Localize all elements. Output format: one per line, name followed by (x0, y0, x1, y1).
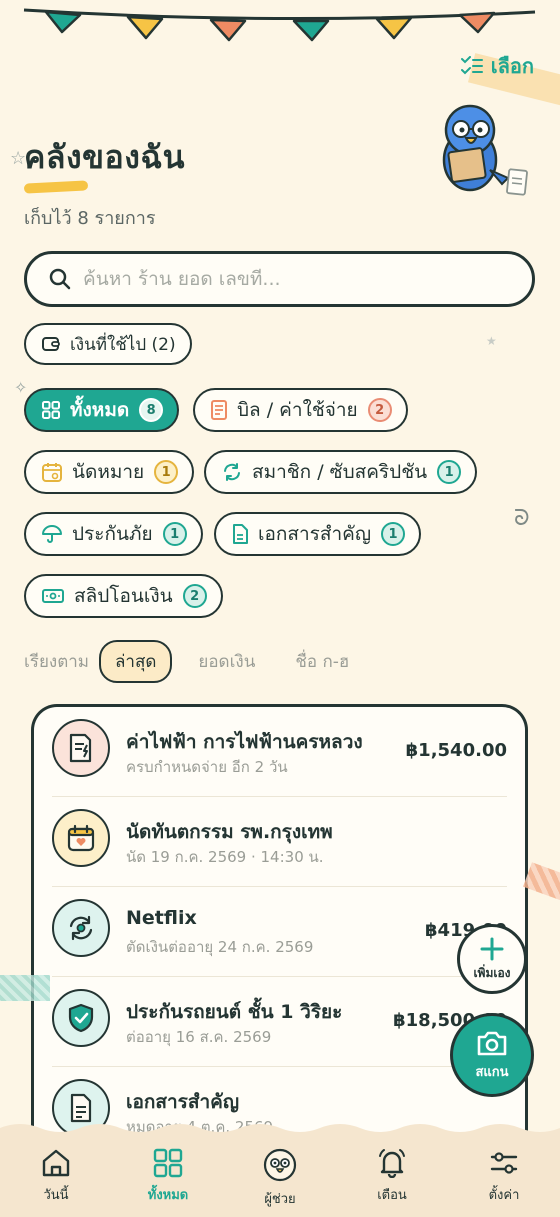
search-bar[interactable] (24, 251, 535, 307)
filter-chip-all[interactable]: ทั้งหมด 8 (24, 388, 180, 432)
count-badge: 2 (367, 398, 392, 422)
items-list: ค่าไฟฟ้า การไฟฟ้านครหลวง ครบกำหนดจ่าย อี… (31, 704, 528, 1164)
nav-item-all[interactable]: ทั้งหมด (112, 1140, 224, 1217)
count-badge: 1 (154, 460, 179, 484)
filter-chip-appointments[interactable]: นัดหมาย 1 (24, 450, 195, 494)
filter-chip-label: ทั้งหมด (70, 399, 130, 421)
nav-item-today[interactable]: วันนี้ (0, 1140, 112, 1217)
nav-label: วันนี้ (43, 1188, 69, 1203)
select-button[interactable]: เลือก (460, 50, 534, 82)
bunting-decoration (23, 8, 536, 42)
item-subtitle: ครบกำหนดจ่าย อีก 2 วัน (126, 758, 288, 776)
parrot-icon (263, 1148, 297, 1182)
filter-chip-documents[interactable]: เอกสารสำคัญ 1 (214, 512, 422, 556)
scan-label: สแกน (475, 1064, 509, 1080)
camera-icon (477, 1031, 507, 1055)
filter-chip-subscriptions[interactable]: สมาชิก / ซับสคริปชัน 1 (204, 450, 478, 494)
filter-chip-label: เอกสารสำคัญ (258, 523, 372, 545)
spent-filter-chip[interactable]: เงินที่ใช้ไป (2) (24, 323, 192, 365)
plus-icon (480, 937, 504, 960)
sliders-icon (490, 1152, 518, 1174)
sparkle-decoration: ✧ (14, 378, 28, 397)
shield-check-icon (52, 989, 110, 1047)
sort-label: เรียงตาม (24, 652, 89, 672)
sort-option-name[interactable]: ชื่อ ก-ฮ (281, 642, 363, 681)
nav-label: ผู้ช่วย (264, 1192, 296, 1207)
sort-bar: เรียงตาม ล่าสุด ยอดเงิน ชื่อ ก-ฮ (24, 640, 363, 683)
star-decoration: ★ (486, 334, 497, 348)
grid-icon (42, 401, 60, 419)
filter-chip-insurance[interactable]: ประกันภัย 1 (24, 512, 203, 556)
nav-label: เตือน (377, 1188, 407, 1203)
item-amount: ฿1,540.00 (405, 740, 507, 761)
subscription-icon (52, 899, 110, 957)
list-item[interactable]: นัดทันตกรรม รพ.กรุงเทพ นัด 19 ก.ค. 2569 … (34, 797, 525, 887)
item-title: เอกสารสำคัญ (126, 1091, 240, 1113)
nav-item-reminders[interactable]: เตือน (336, 1140, 448, 1217)
document-icon (233, 524, 248, 544)
calendar-icon (42, 463, 62, 482)
bill-icon (52, 719, 110, 777)
nav-item-settings[interactable]: ตั้งค่า (448, 1140, 560, 1217)
list-item[interactable]: ค่าไฟฟ้า การไฟฟ้านครหลวง ครบกำหนดจ่าย อี… (34, 707, 525, 797)
scan-button[interactable]: สแกน (450, 1013, 534, 1097)
item-subtitle: ตัดเงินต่ออายุ 24 ก.ค. 2569 (126, 938, 314, 956)
page-title: คลังของฉัน (24, 138, 186, 176)
parrot-mascot-illustration (442, 104, 528, 196)
squiggle-decoration: ᘐ (514, 506, 530, 531)
filter-chip-label: นัดหมาย (72, 461, 145, 483)
filter-chip-transfer-slips[interactable]: สลิปโอนเงิน 2 (24, 574, 223, 618)
sort-option-amount[interactable]: ยอดเงิน (184, 642, 269, 681)
spent-chip-label: เงินที่ใช้ไป (2) (70, 334, 176, 355)
filter-chip-label: สลิปโอนเงิน (74, 585, 173, 607)
nav-item-assistant[interactable]: ผู้ช่วย (224, 1140, 336, 1217)
filter-chip-label: บิล / ค่าใช้จ่าย (237, 399, 358, 421)
tape-decoration (0, 975, 50, 1001)
home-icon (42, 1149, 70, 1177)
nav-label: ทั้งหมด (147, 1188, 189, 1203)
cash-icon (42, 589, 64, 603)
tape-decoration (523, 862, 560, 904)
count-badge: 2 (182, 584, 207, 608)
search-icon (49, 268, 71, 290)
count-badge: 1 (381, 522, 406, 546)
item-count-subtitle: เก็บไว้ 8 รายการ (24, 208, 156, 229)
wallet-icon (42, 337, 60, 351)
add-manually-button[interactable]: เพิ่มเอง (457, 924, 527, 994)
bottom-nav: วันนี้ ทั้งหมด ผู้ช่วย เตือน ตั้งค่า (0, 1140, 560, 1217)
checklist-icon (460, 56, 483, 75)
filter-chip-label: สมาชิก / ซับสคริปชัน (252, 461, 428, 483)
umbrella-icon (42, 525, 62, 543)
list-item[interactable]: Netflix ตัดเงินต่ออายุ 24 ก.ค. 2569 ฿419… (34, 887, 525, 977)
item-subtitle: นัด 19 ก.ค. 2569 · 14:30 น. (126, 848, 324, 866)
item-title: นัดทันตกรรม รพ.กรุงเทพ (126, 821, 333, 843)
bell-icon (379, 1149, 405, 1178)
count-badge: 1 (162, 522, 187, 546)
bill-icon (211, 400, 227, 420)
title-underline (23, 180, 89, 194)
item-title: Netflix (126, 907, 197, 929)
sort-option-latest[interactable]: ล่าสุด (99, 640, 173, 683)
filter-chip-label: ประกันภัย (72, 523, 153, 545)
select-label: เลือก (490, 54, 534, 78)
filter-chip-bills[interactable]: บิล / ค่าใช้จ่าย 2 (193, 388, 408, 432)
count-badge: 8 (139, 398, 164, 422)
calendar-heart-icon (52, 809, 110, 867)
nav-label: ตั้งค่า (488, 1188, 520, 1203)
add-manually-label: เพิ่มเอง (473, 965, 511, 980)
grid-icon (153, 1148, 183, 1178)
refresh-icon (224, 463, 240, 481)
search-input[interactable] (83, 268, 503, 290)
item-subtitle: ต่ออายุ 16 ส.ค. 2569 (126, 1028, 272, 1046)
item-title: ประกันรถยนต์ ชั้น 1 วิริยะ (126, 1001, 343, 1023)
item-title: ค่าไฟฟ้า การไฟฟ้านครหลวง (126, 731, 363, 753)
count-badge: 1 (437, 460, 462, 484)
